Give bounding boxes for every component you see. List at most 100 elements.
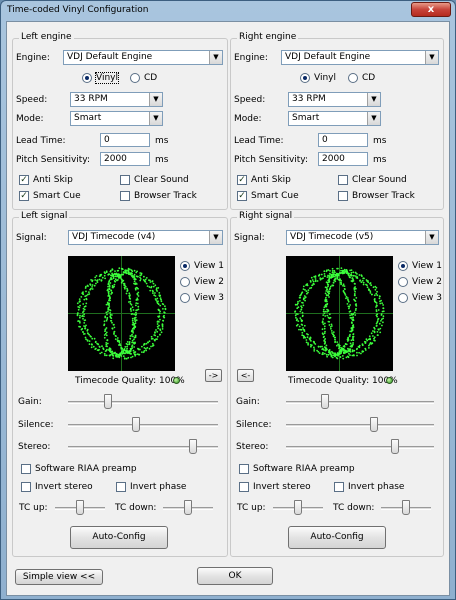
right-stereo-slider[interactable] — [391, 439, 399, 454]
right-auto-config-button[interactable]: Auto-Config — [288, 526, 386, 549]
left-vinyl-radio[interactable] — [82, 73, 92, 83]
close-button[interactable]: x — [411, 2, 451, 17]
left-engine-field-label: Engine: — [16, 53, 50, 63]
chevron-down-icon: ▼ — [367, 93, 380, 106]
right-invert-stereo-label: Invert stereo — [253, 482, 311, 492]
right-signal-select[interactable]: VDJ Timecode (v5) ▼ — [286, 230, 439, 245]
right-tc-down-slider[interactable] — [402, 500, 410, 515]
chevron-down-icon: ▼ — [367, 112, 380, 125]
copy-to-right-button[interactable]: -> — [205, 369, 222, 382]
left-speed-select[interactable]: 33 RPM ▼ — [70, 92, 163, 107]
left-tc-up-slider[interactable] — [76, 500, 84, 515]
left-pitch-sens-unit: ms — [155, 155, 169, 165]
right-gain-slider[interactable] — [321, 394, 329, 409]
left-gain-slider[interactable] — [103, 394, 112, 409]
left-silence-track — [68, 424, 218, 427]
right-smart-cue-label: Smart Cue — [251, 191, 299, 201]
dialog-client: Left engine Engine: VDJ Default Engine ▼… — [6, 21, 450, 596]
right-signal-field-label: Signal: — [234, 233, 265, 243]
chevron-down-icon: ▼ — [425, 51, 438, 64]
left-riaa-checkbox[interactable] — [21, 464, 31, 474]
left-view3-radio[interactable] — [180, 293, 190, 303]
right-riaa-checkbox[interactable] — [239, 464, 249, 474]
simple-view-button[interactable]: Simple view << — [15, 569, 103, 585]
right-mode-label: Mode: — [234, 114, 262, 124]
left-cd-label: CD — [144, 73, 158, 83]
right-speed-value: 33 RPM — [292, 94, 326, 104]
left-browser-track-checkbox[interactable] — [120, 191, 130, 201]
right-tc-up-label: TC up: — [237, 503, 266, 513]
right-tc-up-slider[interactable] — [294, 500, 302, 515]
right-invert-stereo-checkbox[interactable] — [239, 482, 249, 492]
left-pitch-sens-input[interactable]: 2000 — [100, 152, 150, 166]
right-signal-group: Right signal Signal: VDJ Timecode (v5) ▼… — [230, 211, 444, 557]
left-smart-cue-label: Smart Cue — [33, 191, 81, 201]
left-engine-select[interactable]: VDJ Default Engine ▼ — [63, 50, 223, 65]
copy-to-left-button[interactable]: <- — [237, 369, 254, 382]
right-engine-select[interactable]: VDJ Default Engine ▼ — [281, 50, 439, 65]
left-lead-time-input[interactable]: 0 — [100, 133, 150, 147]
left-mode-select[interactable]: Smart ▼ — [70, 111, 163, 126]
right-silence-track — [286, 424, 434, 427]
left-mode-value: Smart — [74, 113, 102, 123]
left-signal-field-label: Signal: — [16, 233, 47, 243]
right-view1-label: View 1 — [412, 261, 442, 271]
left-mode-label: Mode: — [16, 114, 44, 124]
right-browser-track-checkbox[interactable] — [338, 191, 348, 201]
right-lead-time-input[interactable]: 0 — [318, 133, 368, 147]
left-signal-select[interactable]: VDJ Timecode (v4) ▼ — [68, 230, 223, 245]
right-vinyl-radio[interactable] — [300, 73, 310, 83]
right-anti-skip-checkbox[interactable]: ✓ — [237, 175, 247, 185]
right-pitch-sens-unit: ms — [373, 155, 387, 165]
left-speed-value: 33 RPM — [74, 94, 108, 104]
left-tc-down-slider[interactable] — [184, 500, 192, 515]
chevron-down-icon: ▼ — [149, 112, 162, 125]
left-signal-value: VDJ Timecode (v4) — [72, 232, 156, 242]
right-riaa-label: Software RIAA preamp — [253, 464, 355, 474]
right-invert-phase-checkbox[interactable] — [334, 482, 344, 492]
left-silence-label: Silence: — [18, 420, 54, 430]
chevron-down-icon: ▼ — [149, 93, 162, 106]
left-lead-time-label: Lead Time: — [16, 136, 66, 146]
left-anti-skip-checkbox[interactable]: ✓ — [19, 175, 29, 185]
left-clear-sound-checkbox[interactable] — [120, 175, 130, 185]
right-lead-time-label: Lead Time: — [234, 136, 284, 146]
right-anti-skip-label: Anti Skip — [251, 175, 291, 185]
left-engine-select-value: VDJ Default Engine — [67, 52, 153, 62]
right-stereo-label: Stereo: — [236, 442, 269, 452]
right-invert-phase-label: Invert phase — [348, 482, 405, 492]
left-gain-label: Gain: — [18, 397, 42, 407]
right-clear-sound-checkbox[interactable] — [338, 175, 348, 185]
left-stereo-slider[interactable] — [188, 439, 197, 454]
left-cd-radio[interactable] — [130, 73, 140, 83]
left-signal-group: Left signal Signal: VDJ Timecode (v4) ▼ … — [12, 211, 228, 557]
right-speed-select[interactable]: 33 RPM ▼ — [288, 92, 381, 107]
left-invert-phase-label: Invert phase — [130, 482, 187, 492]
right-engine-field-label: Engine: — [234, 53, 268, 63]
ok-button[interactable]: OK — [197, 567, 273, 585]
right-cd-radio[interactable] — [348, 73, 358, 83]
left-speed-label: Speed: — [16, 95, 48, 105]
right-quality-label: Timecode Quality: 100% — [288, 376, 398, 386]
right-pitch-sens-input[interactable]: 2000 — [318, 152, 368, 166]
left-invert-stereo-checkbox[interactable] — [21, 482, 31, 492]
right-smart-cue-checkbox[interactable]: ✓ — [237, 191, 247, 201]
chevron-down-icon: ▼ — [209, 231, 222, 244]
left-scope-trace — [68, 256, 175, 371]
left-smart-cue-checkbox[interactable]: ✓ — [19, 191, 29, 201]
right-view2-label: View 2 — [412, 277, 442, 287]
left-view1-radio[interactable] — [180, 261, 190, 271]
right-view1-radio[interactable] — [398, 261, 408, 271]
title-bar[interactable]: Time-coded Vinyl Configuration x — [1, 1, 455, 21]
right-pitch-sens-label: Pitch Sensitivity: — [234, 155, 309, 165]
left-auto-config-button[interactable]: Auto-Config — [70, 526, 168, 549]
left-silence-slider[interactable] — [131, 417, 140, 432]
left-gain-track — [68, 401, 218, 404]
right-mode-select[interactable]: Smart ▼ — [288, 111, 381, 126]
left-view2-radio[interactable] — [180, 277, 190, 287]
right-silence-slider[interactable] — [370, 417, 378, 432]
right-view3-radio[interactable] — [398, 293, 408, 303]
left-timecode-scope — [68, 256, 175, 371]
right-view2-radio[interactable] — [398, 277, 408, 287]
left-invert-phase-checkbox[interactable] — [116, 482, 126, 492]
